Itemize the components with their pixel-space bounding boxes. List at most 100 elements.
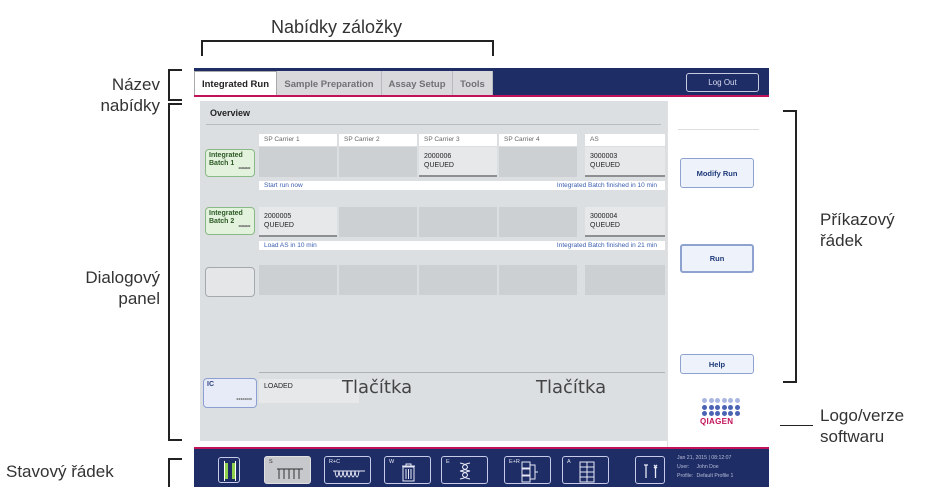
status-profile-value: Default Profile 1 bbox=[696, 473, 734, 479]
status-info: Jan 21, 2015 | 08:12:07 User: John Doe P… bbox=[677, 454, 733, 481]
qiagen-logo-dots bbox=[702, 398, 740, 416]
batch-1-cell-3[interactable]: 2000006 QUEUED bbox=[419, 147, 497, 177]
logo-version-line1: Logo/verze bbox=[820, 406, 905, 425]
tab-menus-annotation: Nabídky záložky bbox=[271, 17, 403, 37]
batch-2-cell-1-status: QUEUED bbox=[264, 222, 294, 229]
tools-icon bbox=[644, 464, 658, 478]
status-bar-bracket bbox=[168, 458, 182, 487]
status-button-a[interactable]: A bbox=[562, 456, 609, 484]
logo-version-pointer bbox=[780, 425, 813, 426]
batch-1-info-left: Start run now bbox=[264, 182, 303, 189]
status-user-value: John Doe bbox=[696, 464, 719, 470]
command-bar-annotation: Příkazový řádek bbox=[820, 209, 895, 251]
tab-integrated-run[interactable]: Integrated Run bbox=[194, 71, 277, 97]
status-button-s[interactable]: S bbox=[264, 456, 311, 484]
run-button[interactable]: Run bbox=[680, 244, 754, 273]
ic-button[interactable]: IC ******** bbox=[203, 378, 257, 408]
batch-2-cell-as-code: 3000004 bbox=[590, 213, 618, 220]
batch-1-cell-3-status: QUEUED bbox=[424, 162, 454, 169]
batch-2-stars: ******** bbox=[238, 225, 250, 231]
buttons-label-2: Tlačítka bbox=[536, 377, 607, 398]
batch-2-cell-4[interactable] bbox=[499, 207, 577, 237]
tab-menus-bracket bbox=[201, 40, 494, 56]
batch-2-info-right: Integrated Batch finished in 21 min bbox=[556, 242, 657, 249]
menu-name-bracket bbox=[168, 69, 182, 101]
batch-1-cell-2[interactable] bbox=[339, 147, 417, 177]
command-bar: Modify Run Run Help QIAGEN bbox=[667, 101, 769, 447]
batch-2-cell-1[interactable]: 2000005 QUEUED bbox=[259, 207, 337, 237]
overview-title: Overview bbox=[210, 108, 251, 118]
status-button-w[interactable]: W bbox=[384, 456, 431, 484]
tab-bar: Integrated Run Sample Preparation Assay … bbox=[194, 68, 769, 97]
ic-divider bbox=[259, 372, 665, 373]
batch-3-cell-1[interactable] bbox=[259, 265, 337, 295]
batch-1-info-right: Integrated Batch finished in 10 min bbox=[556, 182, 657, 189]
batch-2-name-line1: Integrated bbox=[209, 210, 243, 217]
tab-tools[interactable]: Tools bbox=[453, 71, 493, 97]
batch-3-cell-2[interactable] bbox=[339, 265, 417, 295]
batch-2-cell-as-status: QUEUED bbox=[590, 222, 620, 229]
tab-assay-setup[interactable]: Assay Setup bbox=[382, 71, 453, 97]
batch-3-cell-as[interactable] bbox=[585, 265, 665, 295]
batch-2-cell-2[interactable] bbox=[339, 207, 417, 237]
batch-1-button[interactable]: Integrated Batch 1 ******** bbox=[205, 149, 255, 177]
menu-name-annotation: Název nabídky bbox=[60, 74, 160, 116]
ic-stars: ******** bbox=[236, 398, 252, 404]
qiagen-logo-text: QIAGEN bbox=[700, 417, 734, 426]
status-user-key: User: bbox=[677, 464, 690, 470]
command-bar-separator bbox=[678, 129, 759, 130]
batch-3-empty-button[interactable] bbox=[205, 267, 255, 297]
status-button-rc[interactable]: R+C bbox=[324, 456, 371, 484]
command-bar-line2: řádek bbox=[820, 231, 863, 250]
batch-3-cell-3[interactable] bbox=[419, 265, 497, 295]
menu-name-line2: nabídky bbox=[100, 96, 160, 115]
overview-divider bbox=[206, 124, 661, 125]
app-screen: Integrated Run Sample Preparation Assay … bbox=[194, 68, 769, 487]
logo-version-annotation: Logo/verze softwaru bbox=[820, 405, 904, 447]
topbar-accent-line bbox=[194, 95, 769, 97]
buttons-label-1: Tlačítka bbox=[342, 377, 413, 398]
batch-1-cell-3-code: 2000006 bbox=[424, 153, 452, 160]
column-header-as: AS bbox=[585, 134, 665, 146]
batch-1-stars: ******** bbox=[238, 167, 250, 173]
batch-2-button[interactable]: Integrated Batch 2 ******** bbox=[205, 207, 255, 235]
eluate-drawer-icon bbox=[459, 462, 471, 480]
batch-1-cell-1[interactable] bbox=[259, 147, 337, 177]
column-header-sp-carrier-4: SP Carrier 4 bbox=[499, 134, 577, 146]
batch-2-info-bar: Load AS in 10 min Integrated Batch finis… bbox=[259, 241, 665, 250]
modify-run-button[interactable]: Modify Run bbox=[680, 158, 754, 188]
batch-1-info-bar: Start run now Integrated Batch finished … bbox=[259, 181, 665, 190]
tools-button[interactable] bbox=[635, 456, 665, 484]
menu-name-line1: Název bbox=[111, 75, 160, 94]
qiagen-logo: QIAGEN bbox=[700, 398, 740, 426]
logout-button[interactable]: Log Out bbox=[686, 73, 759, 92]
batch-1-cell-4[interactable] bbox=[499, 147, 577, 177]
status-profile-key: Profile: bbox=[677, 473, 694, 479]
batch-1-cell-as-code: 3000003 bbox=[590, 153, 618, 160]
tab-sample-preparation[interactable]: Sample Preparation bbox=[277, 71, 382, 97]
tube-rack-icon bbox=[277, 468, 303, 479]
batch-3-cell-4[interactable] bbox=[499, 265, 577, 295]
status-button-e[interactable]: E bbox=[441, 456, 488, 484]
dialog-panel-line2: panel bbox=[118, 289, 160, 308]
waste-bin-icon bbox=[402, 463, 415, 482]
reagent-rack-icon bbox=[333, 470, 365, 478]
eluate-reagent-icon bbox=[521, 461, 538, 483]
batch-1-cell-as[interactable]: 3000003 QUEUED bbox=[585, 147, 665, 177]
column-header-sp-carrier-3: SP Carrier 3 bbox=[419, 134, 497, 146]
status-bar: S R+C W E E+R A Jan 21, 2015 | 08:12:07 … bbox=[194, 449, 769, 487]
status-button-er[interactable]: E+R bbox=[504, 456, 551, 484]
column-header-sp-carrier-2: SP Carrier 2 bbox=[339, 134, 417, 146]
batch-2-cell-1-code: 2000005 bbox=[264, 213, 292, 220]
batch-2-cell-as[interactable]: 3000004 QUEUED bbox=[585, 207, 665, 237]
command-bar-line1: Příkazový bbox=[820, 210, 895, 229]
batch-1-name-line1: Integrated bbox=[209, 152, 243, 159]
dialog-panel-annotation: Dialogový panel bbox=[40, 267, 160, 309]
logo-version-line2: softwaru bbox=[820, 427, 885, 446]
sample-loader-icon[interactable] bbox=[218, 457, 240, 483]
assay-rack-icon bbox=[579, 461, 595, 483]
ic-label: IC bbox=[207, 381, 214, 388]
column-header-sp-carrier-1: SP Carrier 1 bbox=[259, 134, 337, 146]
help-button[interactable]: Help bbox=[680, 354, 754, 374]
batch-2-cell-3[interactable] bbox=[419, 207, 497, 237]
